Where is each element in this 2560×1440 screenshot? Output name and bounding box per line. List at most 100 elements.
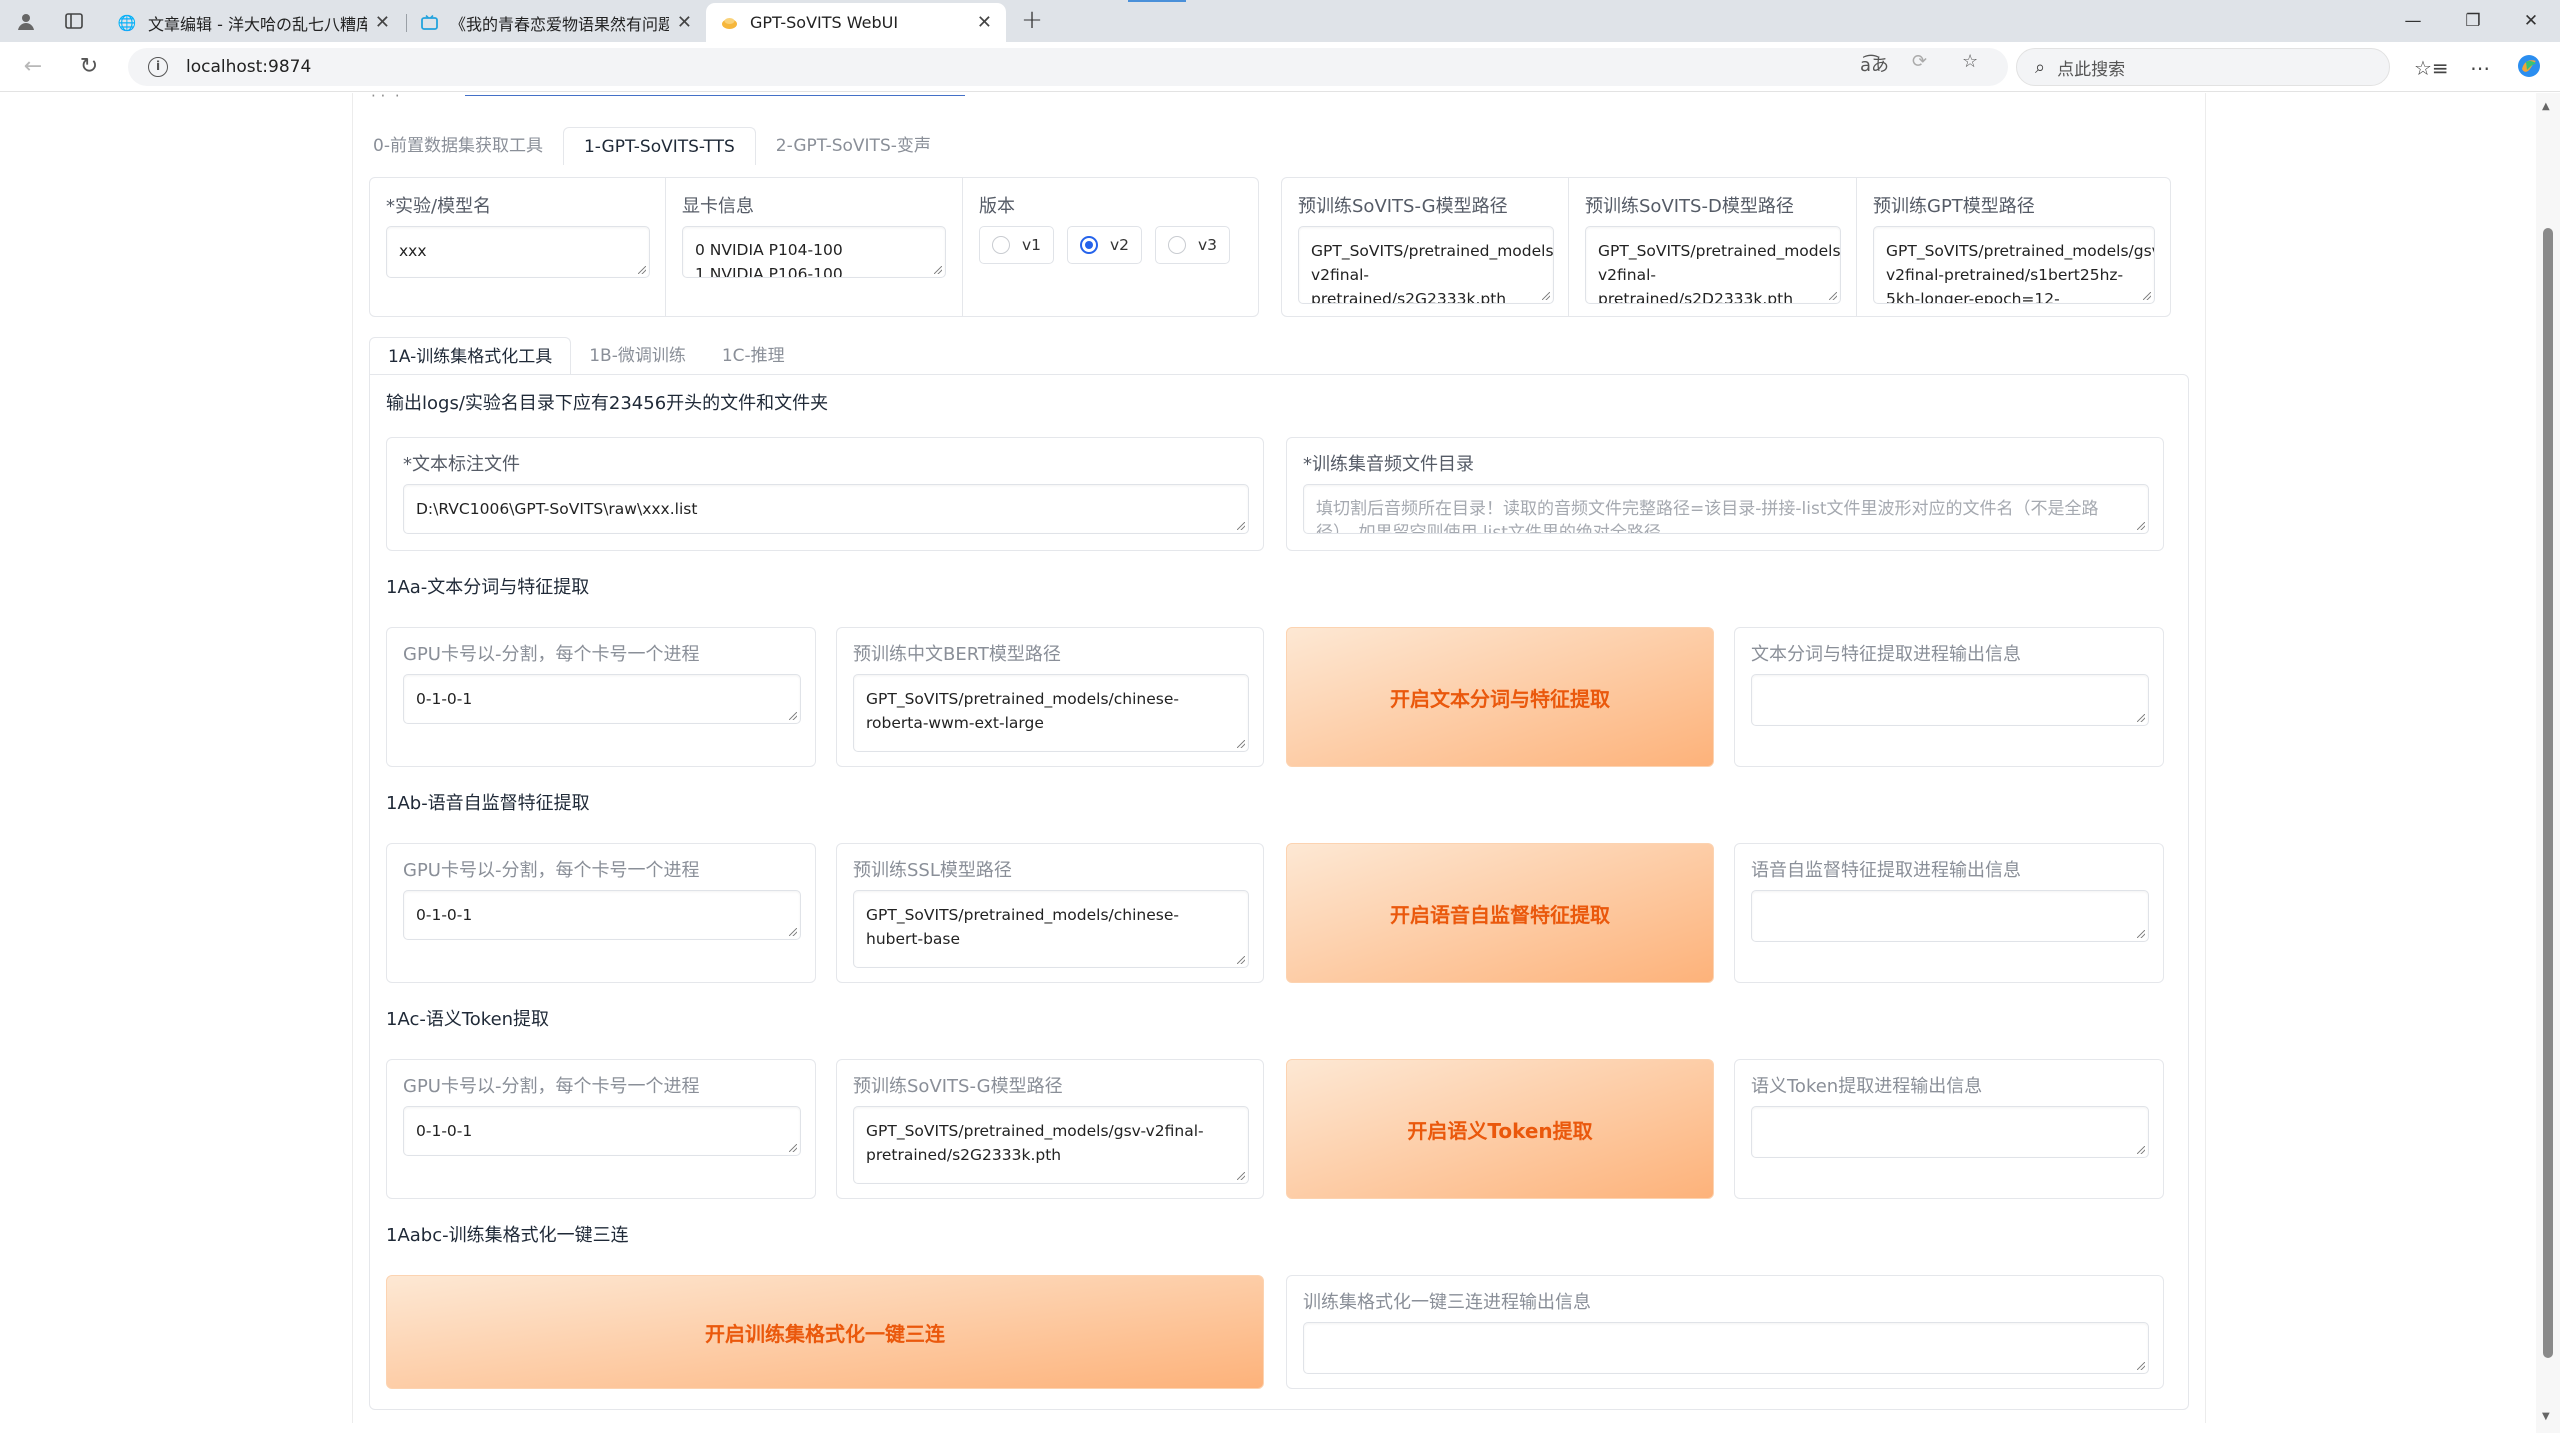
radio-v3[interactable] [1168,236,1186,254]
radio-v2[interactable] [1080,236,1098,254]
gpu-input-1ac[interactable]: 0-1-0-1 [403,1106,801,1156]
section-1aa-title: 1Aa-文本分词与特征提取 [386,577,590,598]
text-label-file-input[interactable]: D:\RVC1006\GPT-SoVITS\raw\xxx.list [403,484,1249,534]
audio-dir-block: *训练集音频文件目录 填切割后音频所在目录！读取的音频文件完整路径=该目录-拼接… [1286,437,2164,551]
radio-v1[interactable] [992,236,1010,254]
browser-tab-active[interactable]: GPT-SoVITS WebUI ✕ [706,3,1006,42]
tab-finetune[interactable]: 1B-微调训练 [571,337,704,375]
output-label-1ab: 语音自监督特征提取进程输出信息 [1751,860,2021,881]
url-text[interactable]: localhost:9874 [186,57,311,77]
output-block-1aa: 文本分词与特征提取进程输出信息 [1734,627,2164,767]
page-viewport: ▲ ▼ · · · 0-前置数据集获取工具 1-GPT-SoVITS-TTS 2… [0,87,2560,1440]
browser-tab[interactable]: 🌐 文章编辑 - 洋大哈の乱七八糟库 ✕ [104,3,404,42]
copilot-icon[interactable] [2516,53,2542,84]
version-label: 版本 [979,196,1015,217]
favorites-icon[interactable]: ☆≡ [2414,56,2449,80]
sovits-d-textarea[interactable]: GPT_SoVITS/pretrained_models/gsv-v2final… [1585,226,1841,304]
restore-button[interactable]: ❐ [2446,6,2500,36]
tv-icon [420,14,438,32]
gpt-path-cell: 预训练GPT模型路径 GPT_SoVITS/pretrained_models/… [1857,178,2171,316]
bert-path-block: 预训练中文BERT模型路径 GPT_SoVITS/pretrained_mode… [836,627,1264,767]
sovits-g-path-label-1ac: 预训练SoVITS-G模型路径 [853,1076,1063,1097]
audio-dir-input[interactable]: 填切割后音频所在目录！读取的音频文件完整路径=该目录-拼接-list文件里波形对… [1303,484,2149,534]
start-semantic-token-button[interactable]: 开启语义Token提取 [1286,1059,1714,1199]
exp-name-input[interactable]: xxx [386,226,650,278]
sovits-g-path-input-1ac[interactable]: GPT_SoVITS/pretrained_models/gsv-v2final… [853,1106,1249,1184]
favorite-star-icon[interactable]: ☆ [1962,51,1978,72]
loading-indicator [1128,0,1186,2]
profile-icon[interactable] [12,8,40,34]
sovits-g-textarea[interactable]: GPT_SoVITS/pretrained_models/gsv-v2final… [1298,226,1554,304]
address-bar[interactable]: i localhost:9874 [128,48,2008,86]
output-textarea-1aabc[interactable] [1303,1322,2149,1374]
start-text-feature-button[interactable]: 开启文本分词与特征提取 [1286,627,1714,767]
tab-actions-icon[interactable] [60,8,88,34]
bert-path-label: 预训练中文BERT模型路径 [853,644,1061,665]
new-tab-button[interactable]: + [1017,6,1047,36]
section-1ac-title: 1Ac-语义Token提取 [386,1009,550,1030]
ssl-path-input[interactable]: GPT_SoVITS/pretrained_models/chinese-hub… [853,890,1249,968]
output-label-1aa: 文本分词与特征提取进程输出信息 [1751,644,2021,665]
output-block-1ab: 语音自监督特征提取进程输出信息 [1734,843,2164,983]
tab-tts[interactable]: 1-GPT-SoVITS-TTS [562,127,756,165]
minimize-button[interactable]: — [2386,6,2440,36]
version-v2-option[interactable]: v2 [1067,226,1143,264]
sovits-g-label: 预训练SoVITS-G模型路径 [1298,196,1508,217]
tab-dataset-tools[interactable]: 0-前置数据集获取工具 [353,127,563,165]
refresh-icon[interactable]: ↻ [74,52,104,82]
gpu-label-1aa: GPU卡号以-分割，每个卡号一个进程 [403,644,700,665]
scroll-up-icon[interactable]: ▲ [2542,101,2550,112]
bert-path-input[interactable]: GPT_SoVITS/pretrained_models/chinese-rob… [853,674,1249,752]
gpu-info-textarea[interactable]: 0 NVIDIA P104-100 1 NVIDIA P106-100 [682,226,946,278]
ssl-path-label: 预训练SSL模型路径 [853,860,1012,881]
exp-name-cell: *实验/模型名 xxx [370,178,666,316]
gradio-app: · · · 0-前置数据集获取工具 1-GPT-SoVITS-TTS 2-GPT… [352,87,2206,1423]
search-placeholder: 点此搜索 [2057,59,2126,80]
gpu-info-cell: 显卡信息 0 NVIDIA P104-100 1 NVIDIA P106-100 [666,178,963,316]
version-v3-option[interactable]: v3 [1155,226,1231,264]
scroll-down-icon[interactable]: ▼ [2542,1411,2550,1422]
gpu-input-1aa[interactable]: 0-1-0-1 [403,674,801,724]
gpt-path-textarea[interactable]: GPT_SoVITS/pretrained_models/gsv-v2final… [1873,226,2155,304]
text-label-file-block: *文本标注文件 D:\RVC1006\GPT-SoVITS\raw\xxx.li… [386,437,1264,551]
clipped-header-link[interactable] [465,95,965,96]
gpu-label-1ab: GPU卡号以-分割，每个卡号一个进程 [403,860,700,881]
scrollbar[interactable]: ▲ ▼ [2536,93,2560,1433]
close-tab-icon[interactable]: ✕ [977,12,992,33]
info-icon[interactable]: i [148,57,168,77]
gpu-info-label: 显卡信息 [682,196,754,217]
close-tab-icon[interactable]: ✕ [677,12,692,33]
audio-dir-label: *训练集音频文件目录 [1303,454,1474,475]
close-tab-icon[interactable]: ✕ [375,12,390,33]
version-v3-label: v3 [1198,236,1218,254]
main-tabs: 0-前置数据集获取工具 1-GPT-SoVITS-TTS 2-GPT-SoVIT… [353,127,951,165]
gpt-path-label: 预训练GPT模型路径 [1873,196,2035,217]
format-note: 输出logs/实验名目录下应有23456开头的文件和文件夹 [386,393,829,414]
scrollbar-thumb[interactable] [2543,228,2553,1358]
output-textarea-1aa[interactable] [1751,674,2149,726]
tab-voice-change[interactable]: 2-GPT-SoVITS-变声 [756,127,951,165]
version-v1-option[interactable]: v1 [979,226,1055,264]
start-one-click-format-button[interactable]: 开启训练集格式化一键三连 [386,1275,1264,1389]
browser-toolbar: ← ↻ i localhost:9874 a͡あ ⟳ ☆ ⌕ 点此搜索 ☆≡ ⋯ [0,42,2560,92]
read-aloud-icon[interactable]: a͡あ [1860,51,1889,77]
search-box[interactable]: ⌕ 点此搜索 [2016,48,2390,86]
sub-tabs: 1A-训练集格式化工具 1B-微调训练 1C-推理 [369,337,803,375]
back-arrow-icon[interactable]: ← [18,52,48,82]
output-textarea-1ab[interactable] [1751,890,2149,942]
sovits-g-path-block-1ac: 预训练SoVITS-G模型路径 GPT_SoVITS/pretrained_mo… [836,1059,1264,1199]
browser-tab[interactable]: 《我的青春恋爱物语果然有问题》 ✕ [406,3,706,42]
window-close-button[interactable]: ✕ [2504,6,2558,36]
app-icon [720,14,738,32]
text-label-file-label: *文本标注文件 [403,454,520,475]
sync-icon[interactable]: ⟳ [1912,51,1927,72]
tab-inference[interactable]: 1C-推理 [704,337,803,375]
start-ssl-feature-button[interactable]: 开启语音自监督特征提取 [1286,843,1714,983]
output-textarea-1ac[interactable] [1751,1106,2149,1158]
tab-format-tool[interactable]: 1A-训练集格式化工具 [369,337,572,375]
gpu-input-1ab[interactable]: 0-1-0-1 [403,890,801,940]
output-label-1ac: 语义Token提取进程输出信息 [1751,1076,1983,1097]
gpu-block-1ac: GPU卡号以-分割，每个卡号一个进程 0-1-0-1 [386,1059,816,1199]
more-menu-icon[interactable]: ⋯ [2470,56,2490,80]
output-block-1aabc: 训练集格式化一键三连进程输出信息 [1286,1275,2164,1389]
